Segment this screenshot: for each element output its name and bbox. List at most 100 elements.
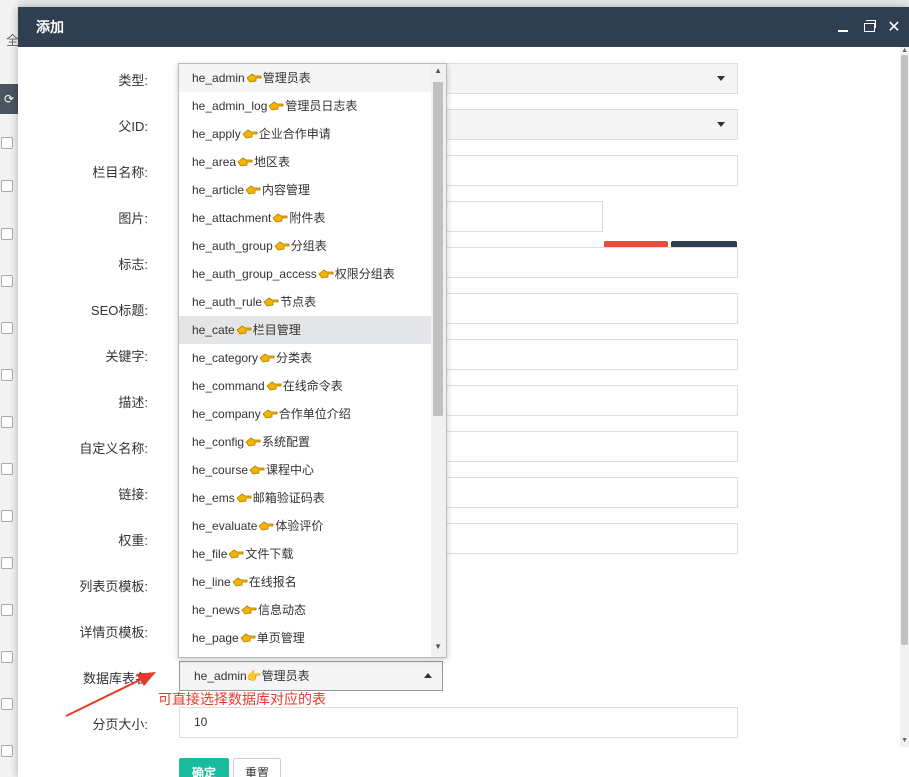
row-checkbox[interactable]: [1, 604, 13, 616]
row-checkbox[interactable]: [1, 651, 13, 663]
hand-pointer-icon: [245, 185, 261, 195]
hand-pointer-icon: [246, 73, 262, 83]
option-description: 课程中心: [266, 463, 315, 477]
dialog-title: 添加: [36, 19, 64, 35]
dropdown-option[interactable]: he_company 合作单位介绍: [179, 400, 431, 428]
dropdown-option[interactable]: he_line 在线报名: [179, 568, 431, 596]
dropdown-option[interactable]: he_apply 企业合作申请: [179, 120, 431, 148]
weight-label: 权重:: [118, 533, 148, 548]
description-label: 描述:: [118, 395, 148, 410]
hand-pointer-icon: [242, 129, 258, 139]
option-description: 分组表: [290, 239, 327, 253]
link-label: 链接:: [118, 487, 148, 502]
type-label: 类型:: [118, 73, 148, 88]
dropdown-option[interactable]: he_auth_group_access 权限分组表: [179, 260, 431, 288]
option-table-name: he_ems: [192, 491, 235, 505]
image-label: 图片:: [118, 211, 148, 226]
keywords-label: 关键字:: [105, 349, 148, 364]
close-icon[interactable]: ✕: [881, 7, 907, 47]
chevron-up-icon: [424, 673, 432, 678]
dropdown-option[interactable]: he_file 文件下载: [179, 540, 431, 568]
option-description: 附件表: [289, 211, 326, 225]
minimize-icon[interactable]: [830, 7, 856, 47]
option-table-name: he_area: [192, 155, 237, 169]
hand-pointer-icon: [258, 521, 274, 531]
row-checkbox[interactable]: [1, 463, 13, 475]
refresh-icon[interactable]: ⟳: [0, 84, 18, 114]
row-checkbox[interactable]: [1, 275, 13, 287]
row-checkbox[interactable]: [1, 322, 13, 334]
db-table-select[interactable]: he_admin👉管理员表: [179, 661, 443, 691]
hand-pointer-icon: [318, 269, 334, 279]
hand-pointer-icon: [236, 493, 252, 503]
dropdown-option[interactable]: he_config 系统配置: [179, 428, 431, 456]
row-checkbox[interactable]: [1, 745, 13, 757]
option-description: 信息动态: [258, 603, 307, 617]
option-description: 管理员日志表: [285, 99, 358, 113]
row-checkbox[interactable]: [1, 137, 13, 149]
option-table-name: he_company: [192, 407, 261, 421]
row-checkbox[interactable]: [1, 416, 13, 428]
option-table-name: he_auth_rule: [192, 295, 263, 309]
option-description: 企业合作申请: [258, 127, 331, 141]
option-table-name: he_cate: [192, 323, 235, 337]
annotation-text: 可直接选择数据库对应的表: [158, 691, 326, 707]
option-description: 单页管理: [256, 631, 305, 645]
dropdown-option[interactable]: he_auth_group 分组表: [179, 232, 431, 260]
option-table-name: he_apply: [192, 127, 241, 141]
option-description: 合作单位介绍: [278, 407, 351, 421]
option-description: 权限分组表: [334, 267, 395, 281]
hand-pointer-icon: [259, 353, 275, 363]
hand-pointer-icon: [228, 549, 244, 559]
custom-name-label: 自定义名称:: [79, 441, 148, 456]
dropdown-option[interactable]: he_area 地区表: [179, 148, 431, 176]
option-table-name: he_attachment: [192, 211, 272, 225]
option-description: 栏目管理: [252, 323, 301, 337]
option-description: 节点表: [280, 295, 317, 309]
hand-pointer-icon: [274, 241, 290, 251]
option-table-name: he_article: [192, 183, 245, 197]
reset-button[interactable]: 重置: [233, 758, 281, 777]
dropdown-option[interactable]: he_admin_log 管理员日志表: [179, 92, 431, 120]
row-checkbox[interactable]: [1, 228, 13, 240]
option-description: 文件下载: [245, 547, 294, 561]
dropdown-option[interactable]: he_news 信息动态: [179, 596, 431, 624]
maximize-icon[interactable]: [856, 7, 882, 47]
dropdown-option[interactable]: he_page 单页管理: [179, 624, 431, 652]
dropdown-option[interactable]: he_course 课程中心: [179, 456, 431, 484]
db-table-value: he_admin👉管理员表: [194, 669, 310, 683]
row-checkbox[interactable]: [1, 510, 13, 522]
hand-pointer-icon: [245, 437, 261, 447]
option-table-name: he_auth_group_access: [192, 267, 317, 281]
option-description: 管理员表: [262, 71, 311, 85]
option-description: 在线命令表: [282, 379, 343, 393]
dropdown-option[interactable]: he_evaluate 体验评价: [179, 512, 431, 540]
option-table-name: he_news: [192, 603, 241, 617]
hand-pointer-icon: [266, 381, 282, 391]
dropdown-option[interactable]: he_command 在线命令表: [179, 372, 431, 400]
row-checkbox[interactable]: [1, 180, 13, 192]
db-table-dropdown: he_admin 管理员表 he_admin_log 管理员日志表 he_apply 企业…: [178, 63, 447, 658]
dropdown-option[interactable]: he_cate 栏目管理: [179, 316, 431, 344]
hand-pointer-icon: [232, 577, 248, 587]
confirm-button[interactable]: 确定: [179, 758, 229, 777]
row-checkbox[interactable]: [1, 369, 13, 381]
option-table-name: he_config: [192, 435, 245, 449]
row-checkbox[interactable]: [1, 698, 13, 710]
dropdown-option[interactable]: he_article 内容管理: [179, 176, 431, 204]
dropdown-scrollbar[interactable]: ▲ ▼: [431, 64, 446, 657]
dropdown-option[interactable]: he_admin 管理员表: [179, 64, 431, 92]
option-table-name: he_command: [192, 379, 265, 393]
dropdown-option[interactable]: he_auth_rule 节点表: [179, 288, 431, 316]
hand-pointer-icon: [249, 465, 265, 475]
hand-pointer-icon: [263, 297, 279, 307]
option-description: 系统配置: [262, 435, 311, 449]
dialog-scrollbar[interactable]: ▲ ▼: [900, 47, 909, 747]
dialog-header[interactable]: 添加 ✕: [18, 7, 909, 47]
dropdown-option[interactable]: he_attachment 附件表: [179, 204, 431, 232]
dropdown-option[interactable]: he_ems 邮箱验证码表: [179, 484, 431, 512]
row-checkbox[interactable]: [1, 557, 13, 569]
dropdown-option[interactable]: he_category 分类表: [179, 344, 431, 372]
page-size-input[interactable]: 10: [179, 707, 738, 738]
option-table-name: he_auth_group: [192, 239, 273, 253]
